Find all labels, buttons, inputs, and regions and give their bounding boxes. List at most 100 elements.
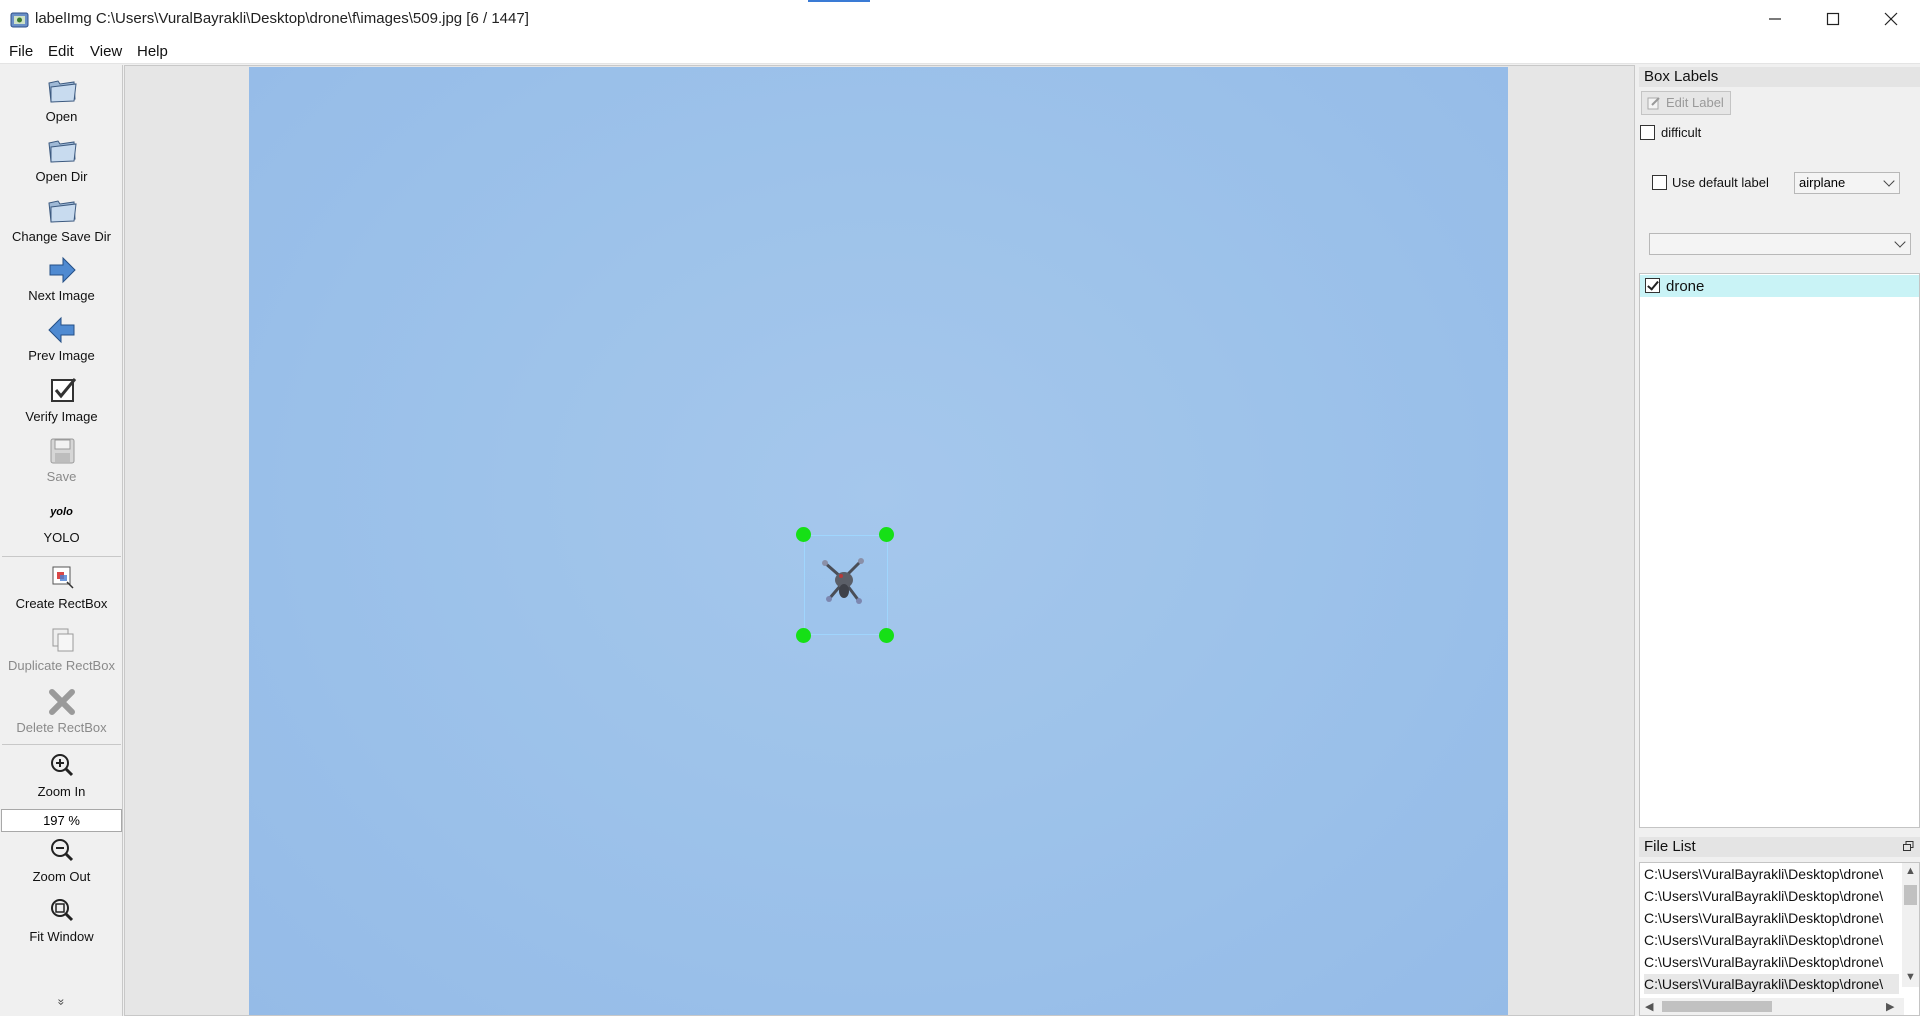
menu-file[interactable]: File [9,43,33,60]
duplicate-rectbox-label: Duplicate RectBox [8,658,115,673]
menu-help[interactable]: Help [137,43,168,60]
difficult-checkbox[interactable] [1640,125,1655,140]
maximize-button[interactable] [1804,0,1862,38]
zoom-out-label: Zoom Out [32,869,91,884]
verify-image-label: Verify Image [25,409,98,424]
default-label-combo[interactable]: airplane [1794,172,1900,194]
delete-rectbox-button[interactable]: Delete RectBox [0,686,123,735]
scroll-left-icon[interactable]: ◀ [1645,1000,1653,1013]
bbox-handle-bottom-left[interactable] [796,628,811,643]
label-item-text: drone [1666,278,1705,295]
folder-open-icon [47,80,77,103]
folder-open-icon [47,140,77,163]
toolbar: Open Open Dir Change Save Dir Next Image… [0,65,123,1016]
zoom-out-button[interactable]: Zoom Out [0,835,123,884]
open-label: Open [45,109,78,124]
copy-icon [52,628,73,652]
checkbox-checked-icon [50,378,76,402]
file-list-vertical-scrollbar[interactable]: ▲ ▼ [1902,863,1919,987]
chevron-down-icon [1894,236,1906,248]
scroll-up-icon[interactable]: ▲ [1905,865,1916,877]
folder-open-icon [47,200,77,223]
maximize-icon [1826,12,1840,26]
menu-bar: File Edit View Help [0,38,1920,64]
duplicate-rectbox-button[interactable]: Duplicate RectBox [0,624,123,673]
edit-label-button[interactable]: Edit Label [1641,91,1731,115]
arrow-right-icon [49,256,76,284]
drone-object [822,558,864,604]
fit-window-button[interactable]: Fit Window [0,895,123,944]
next-image-label: Next Image [28,288,95,303]
file-list-item[interactable]: C:\Users\VuralBayrakli\Desktop\drone\ [1644,908,1899,928]
zoom-out-icon [50,839,73,862]
file-list-title: File List [1639,837,1920,857]
yolo-format-button[interactable]: yolo YOLO [0,502,123,545]
labelimg-app-icon [10,12,29,28]
yolo-label: YOLO [43,530,80,545]
right-dock: Box Labels Edit Label difficult Use defa… [1637,65,1920,1016]
title-bar: labelImg C:\Users\VuralBayrakli\Desktop\… [0,0,1920,38]
file-list-item[interactable]: C:\Users\VuralBayrakli\Desktop\drone\ [1644,952,1899,972]
prev-image-button[interactable]: Prev Image [0,314,123,363]
toolbar-separator [2,556,121,557]
next-image-button[interactable]: Next Image [0,254,123,303]
file-list: C:\Users\VuralBayrakli\Desktop\drone\ C:… [1639,862,1920,1016]
minimize-button[interactable] [1746,0,1804,38]
prev-image-label: Prev Image [28,348,95,363]
zoom-value-spinbox[interactable]: 197 % [1,809,122,832]
use-default-label-checkbox[interactable] [1652,175,1667,190]
undock-icon[interactable] [1903,841,1914,852]
toolbar-separator [2,744,121,745]
window-title: labelImg C:\Users\VuralBayrakli\Desktop\… [35,10,529,27]
label-list-item[interactable]: drone [1640,275,1919,297]
box-labels-title: Box Labels [1639,67,1920,87]
default-label-value: airplane [1799,175,1846,190]
arrow-left-icon [47,316,74,344]
yolo-icon: yolo [50,506,73,518]
save-label: Save [46,469,77,484]
scroll-right-icon[interactable]: ▶ [1886,1000,1894,1013]
save-button[interactable]: Save [0,435,123,484]
scroll-down-icon[interactable]: ▼ [1905,971,1916,983]
image-canvas[interactable] [124,65,1635,1016]
toolbar-extension-button[interactable]: » [55,941,69,1016]
delete-x-icon [48,689,75,715]
menu-edit[interactable]: Edit [48,43,74,60]
open-dir-label: Open Dir [35,169,88,184]
file-list-item[interactable]: C:\Users\VuralBayrakli\Desktop\drone\ [1644,930,1899,950]
label-list: drone [1639,273,1920,828]
close-icon [1884,12,1898,26]
zoom-in-label: Zoom In [37,784,86,799]
verify-image-button[interactable]: Verify Image [0,375,123,424]
zoom-in-icon [50,754,73,777]
file-list-item[interactable]: C:\Users\VuralBayrakli\Desktop\drone\ [1644,886,1899,906]
create-rectbox-button[interactable]: Create RectBox [0,562,123,611]
chevron-down-icon [1883,175,1895,187]
change-save-dir-label: Change Save Dir [12,229,111,244]
vertical-scroll-thumb[interactable] [1904,885,1917,905]
title-accent [808,0,870,2]
file-list-item-selected[interactable]: C:\Users\VuralBayrakli\Desktop\drone\ [1644,974,1899,994]
fit-window-icon [50,899,73,922]
create-rectbox-label: Create RectBox [15,596,108,611]
floppy-disk-icon [50,438,74,464]
file-list-horizontal-scrollbar[interactable]: ◀ ▶ [1640,998,1904,1015]
change-save-dir-button[interactable]: Change Save Dir [0,195,123,244]
menu-view[interactable]: View [90,43,122,60]
bbox-handle-bottom-right[interactable] [879,628,894,643]
close-button[interactable] [1862,0,1920,38]
minimize-icon [1769,18,1781,20]
open-button[interactable]: Open [0,75,123,124]
edit-label-text: Edit Label [1666,95,1724,110]
file-list-item[interactable]: C:\Users\VuralBayrakli\Desktop\drone\ [1644,864,1899,884]
bbox-handle-top-left[interactable] [796,527,811,542]
zoom-in-button[interactable]: Zoom In [0,750,123,799]
edit-pencil-icon [1647,97,1660,110]
horizontal-scroll-thumb[interactable] [1662,1001,1772,1012]
open-dir-button[interactable]: Open Dir [0,135,123,184]
label-visible-checkbox[interactable] [1645,278,1660,293]
label-filter-combo[interactable] [1649,233,1911,255]
difficult-label: difficult [1661,125,1702,140]
bbox-handle-top-right[interactable] [879,527,894,542]
delete-rectbox-label: Delete RectBox [16,720,107,735]
